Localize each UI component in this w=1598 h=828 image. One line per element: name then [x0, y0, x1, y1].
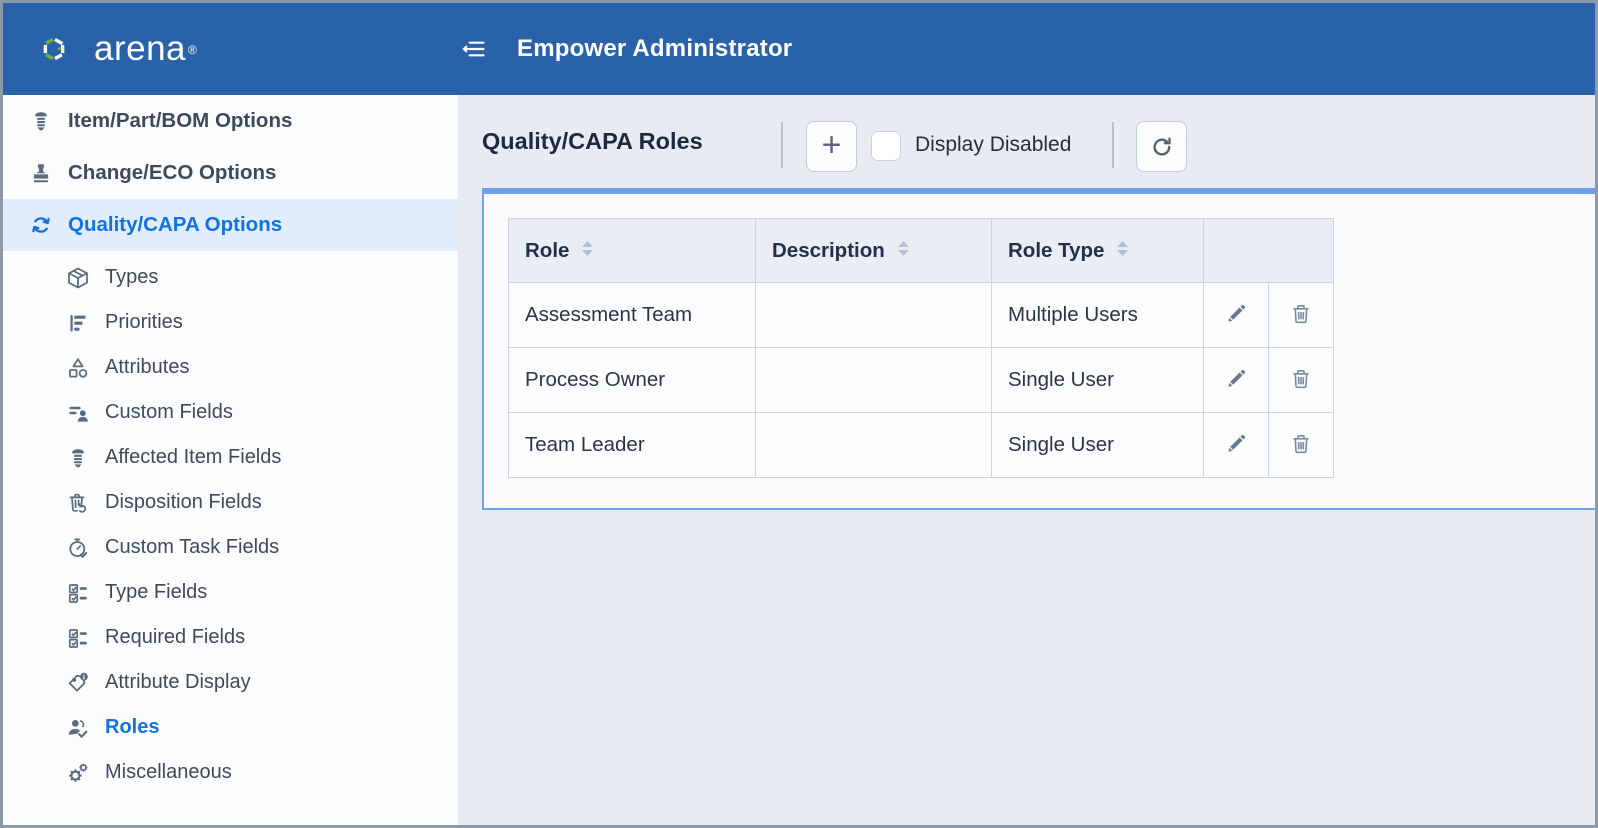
- sidebar-item-label: Disposition Fields: [105, 491, 262, 513]
- sidebar-item-item-part-bom-options[interactable]: Item/Part/BOM Options: [3, 95, 458, 147]
- sync-icon: [28, 213, 53, 238]
- tag-info-icon: [65, 670, 90, 695]
- sidebar-item-attributes[interactable]: Attributes: [3, 345, 458, 390]
- trash-recycle-icon: [65, 490, 90, 515]
- brand: arena ®: [30, 23, 455, 75]
- cell-role-type: Single User: [991, 412, 1204, 478]
- screw-icon: [65, 445, 90, 470]
- sort-icon[interactable]: [1116, 239, 1129, 263]
- display-disabled-checkbox[interactable]: [871, 131, 901, 161]
- refresh-icon: [1149, 134, 1174, 159]
- app-window: arena ® Empower Administrator Item/Part/B…: [0, 0, 1598, 828]
- page-app-title: Empower Administrator: [517, 35, 793, 62]
- fields-person-icon: [65, 400, 90, 425]
- table-row: Assessment Team Multiple Users: [508, 282, 1334, 348]
- cube-icon: [65, 265, 90, 290]
- sidebar-item-label: Custom Task Fields: [105, 536, 280, 558]
- sidebar-item-miscellaneous[interactable]: Miscellaneous: [3, 750, 458, 795]
- cell-role-type: Multiple Users: [991, 282, 1204, 348]
- arena-logo-icon: [30, 23, 78, 75]
- brand-name: arena ®: [94, 29, 197, 68]
- refresh-button[interactable]: [1136, 121, 1187, 172]
- cell-description: [755, 282, 992, 348]
- sort-icon[interactable]: [897, 239, 910, 263]
- sidebar-item-disposition-fields[interactable]: Disposition Fields: [3, 480, 458, 525]
- add-role-button[interactable]: +: [806, 121, 857, 172]
- column-header-description[interactable]: Description: [755, 218, 992, 283]
- sidebar-item-attribute-display[interactable]: Attribute Display: [3, 660, 458, 705]
- cell-role: Team Leader: [508, 412, 756, 478]
- checklist-icon: [65, 580, 90, 605]
- cell-role: Process Owner: [508, 347, 756, 413]
- toolbar-divider: [781, 122, 783, 168]
- sidebar-item-label: Custom Fields: [105, 401, 233, 423]
- edit-button[interactable]: [1220, 428, 1252, 460]
- table-header-row: Role Description Role Type: [508, 218, 1334, 283]
- sidebar-item-label: Attribute Display: [105, 671, 251, 693]
- gears-icon: [65, 760, 90, 785]
- cell-description: [755, 347, 992, 413]
- roles-table: Role Description Role Type Assessment Te…: [508, 218, 1334, 478]
- sidebar-item-label: Miscellaneous: [105, 761, 232, 783]
- top-header: arena ® Empower Administrator: [3, 3, 1595, 95]
- sidebar-item-affected-item-fields[interactable]: Affected Item Fields: [3, 435, 458, 480]
- cell-role: Assessment Team: [508, 282, 756, 348]
- screw-icon: [28, 109, 53, 134]
- sidebar-item-roles[interactable]: Roles: [3, 705, 458, 750]
- edit-button[interactable]: [1220, 298, 1252, 330]
- sidebar-item-quality-capa-options[interactable]: Quality/CAPA Options: [3, 199, 458, 251]
- sidebar-item-label: Required Fields: [105, 626, 246, 648]
- sidebar-item-label: Affected Item Fields: [105, 446, 282, 468]
- delete-button[interactable]: [1285, 428, 1317, 460]
- sidebar-item-label: Quality/CAPA Options: [68, 213, 283, 236]
- stamp-icon: [28, 161, 53, 186]
- sidebar-item-label: Roles: [105, 716, 160, 738]
- cell-description: [755, 412, 992, 478]
- checklist-icon: [65, 625, 90, 650]
- display-disabled-label[interactable]: Display Disabled: [915, 133, 1071, 157]
- collapse-sidebar-icon[interactable]: [455, 34, 493, 64]
- sidebar-item-change-eco-options[interactable]: Change/ECO Options: [3, 147, 458, 199]
- sidebar-item-custom-fields[interactable]: Custom Fields: [3, 390, 458, 435]
- cell-role-type: Single User: [991, 347, 1204, 413]
- stopwatch-check-icon: [65, 535, 90, 560]
- roles-panel: Role Description Role Type Assessment Te…: [482, 188, 1595, 510]
- sort-icon[interactable]: [581, 239, 594, 263]
- sidebar-item-label: Item/Part/BOM Options: [68, 109, 293, 132]
- sidebar-item-priorities[interactable]: Priorities: [3, 300, 458, 345]
- table-row: Team Leader Single User: [508, 412, 1334, 478]
- sidebar-item-label: Priorities: [105, 311, 183, 333]
- priority-bars-icon: [65, 310, 90, 335]
- sidebar-item-label: Attributes: [105, 356, 190, 378]
- column-header-actions: [1203, 218, 1334, 283]
- main-content: Quality/CAPA Roles + Display Disabled Ro…: [458, 95, 1595, 825]
- delete-button[interactable]: [1285, 298, 1317, 330]
- sidebar-item-types[interactable]: Types: [3, 255, 458, 300]
- sidebar-item-required-fields[interactable]: Required Fields: [3, 615, 458, 660]
- shapes-icon: [65, 355, 90, 380]
- delete-button[interactable]: [1285, 363, 1317, 395]
- plus-icon: +: [821, 125, 842, 164]
- sidebar-item-type-fields[interactable]: Type Fields: [3, 570, 458, 615]
- column-header-role[interactable]: Role: [508, 218, 756, 283]
- table-row: Process Owner Single User: [508, 347, 1334, 413]
- edit-button[interactable]: [1220, 363, 1252, 395]
- sidebar-item-label: Type Fields: [105, 581, 208, 603]
- page-title: Quality/CAPA Roles: [482, 128, 703, 154]
- sidebar-item-label: Types: [105, 266, 159, 288]
- sidebar-item-label: Change/ECO Options: [68, 161, 277, 184]
- sidebar-item-custom-task-fields[interactable]: Custom Task Fields: [3, 525, 458, 570]
- column-header-role-type[interactable]: Role Type: [991, 218, 1204, 283]
- admin-sidebar: Item/Part/BOM Options Change/ECO Options…: [3, 95, 458, 825]
- roles-check-icon: [65, 715, 90, 740]
- toolbar-divider: [1112, 122, 1114, 168]
